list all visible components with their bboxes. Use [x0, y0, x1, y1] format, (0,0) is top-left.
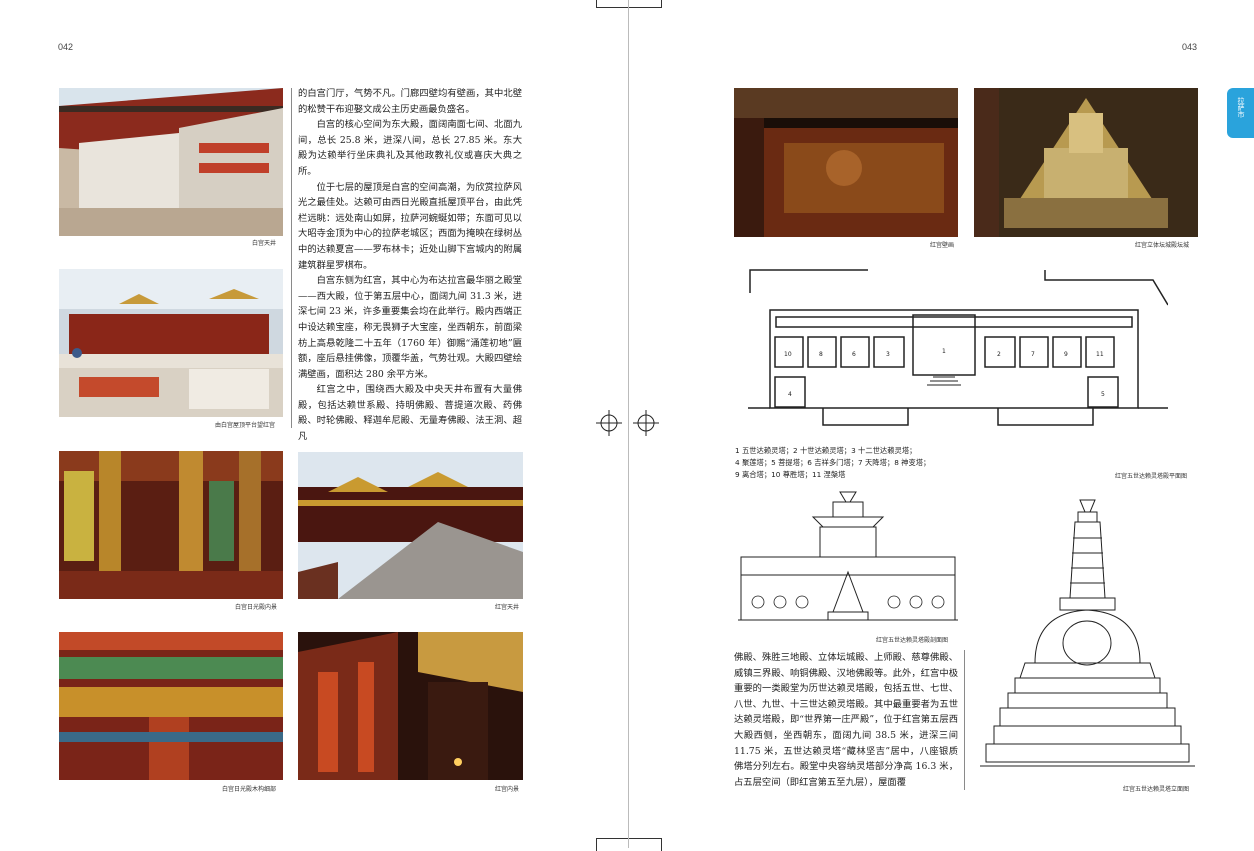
left-body-text: 的白宫门厅，气势不凡。门廊四壁均有壁画，其中北壁的松赞干布迎娶文成公主历史画最负… [298, 86, 522, 445]
photo-mandala [974, 88, 1198, 237]
plan-room-3: 3 [886, 351, 890, 358]
caption-plan: 红宫五世达赖灵塔殿平面图 [1115, 473, 1188, 480]
caption-mural: 红宫壁画 [930, 242, 955, 249]
right-body-text: 佛殿、殊胜三地殿、立体坛城殿、上师殿、慈尊佛殿、威镇三界殿、响铜佛殿、汉地佛殿等… [734, 650, 958, 790]
gutter-line [628, 0, 629, 848]
legend-line: 9 离合塔；10 尊胜塔；11 涅槃塔 [735, 470, 846, 479]
plan-room-2: 2 [997, 351, 1001, 358]
paragraph: 佛殿、殊胜三地殿、立体坛城殿、上师殿、慈尊佛殿、威镇三界殿、响铜佛殿、汉地佛殿等… [734, 652, 958, 788]
legend-line: 4 聚莲塔；5 菩提塔；6 吉祥多门塔；7 天降塔；8 神变塔； [735, 458, 931, 467]
caption-photo-6: 红宫内景 [495, 786, 520, 793]
caption-elevation: 红宫五世达赖灵塔立面图 [1123, 786, 1190, 793]
legend-line: 1 五世达赖灵塔；2 十世达赖灵塔；3 十二世达赖灵塔； [735, 446, 917, 455]
page-number-left: 042 [58, 42, 74, 52]
plan-room-9: 9 [1064, 351, 1068, 358]
registration-mark-right [633, 410, 659, 436]
caption-photo-1: 白宫天井 [252, 240, 277, 247]
photo-red-palace-mural [734, 88, 958, 237]
photo-red-palace-view [59, 269, 283, 417]
caption-photo-3: 白宫日光殿内景 [235, 604, 278, 611]
plan-room-1: 1 [942, 348, 946, 355]
crop-mark-top [596, 0, 662, 8]
plan-legend: 1 五世达赖灵塔；2 十世达赖灵塔；3 十二世达赖灵塔； 4 聚莲塔；5 菩提塔… [735, 445, 930, 481]
paragraph: 红宫之中，围绕西大殿及中央天井布置有大量佛殿，包括达赖世系殿、持明佛殿、菩提道次… [298, 384, 522, 443]
left-column-divider [291, 88, 292, 428]
plan-room-6: 6 [852, 351, 856, 358]
photo-woodwork-detail [59, 632, 283, 780]
page-number-right: 043 [1182, 42, 1198, 52]
floor-plan-drawing: 10 8 6 3 1 2 7 9 11 4 5 [748, 265, 1169, 437]
plan-room-7: 7 [1031, 351, 1035, 358]
paragraph: 白宫的核心空间为东大殿，面阔南面七间、北面九间，总长 25.8 米，进深八间，总… [298, 119, 522, 177]
paragraph: 白宫东侧为红宫，其中心为布达拉宫最华丽之殿堂——西大殿，位于第五层中心，面阔九间… [298, 275, 522, 380]
photo-sunlight-hall-interior [59, 451, 283, 599]
chapter-tab: 拉萨市 [1227, 88, 1254, 138]
caption-photo-4: 红宫天井 [495, 604, 520, 611]
caption-photo-2: 由白宫屋顶平台望红宫 [215, 422, 276, 429]
plan-room-4: 4 [788, 391, 792, 398]
crop-mark-bottom [596, 838, 662, 851]
section-drawing [738, 487, 958, 632]
plan-room-11: 11 [1096, 351, 1104, 358]
photo-red-palace-courtyard [298, 452, 523, 599]
photo-red-palace-interior [298, 632, 523, 780]
caption-section: 红宫五世达赖灵塔殿剖面图 [876, 637, 949, 644]
registration-mark-left [596, 410, 622, 436]
plan-room-5: 5 [1101, 391, 1105, 398]
right-column-divider [964, 650, 965, 790]
paragraph: 的白宫门厅，气势不凡。门廊四壁均有壁画，其中北壁的松赞干布迎娶文成公主历史画最负… [298, 88, 522, 115]
chapter-tab-label: 拉萨市 [1237, 97, 1245, 118]
stupa-elevation-drawing [980, 498, 1195, 770]
plan-room-8: 8 [819, 351, 823, 358]
caption-mandala: 红宫立体坛城殿坛城 [1135, 242, 1190, 249]
plan-room-10: 10 [784, 351, 792, 358]
caption-photo-5: 白宫日光殿木构细部 [222, 786, 277, 793]
paragraph: 位于七层的屋顶是白宫的空间高潮，为欣赏拉萨风光之最佳处。达赖可由西日光殿直抵屋顶… [298, 181, 522, 271]
photo-white-palace-courtyard [59, 88, 283, 236]
